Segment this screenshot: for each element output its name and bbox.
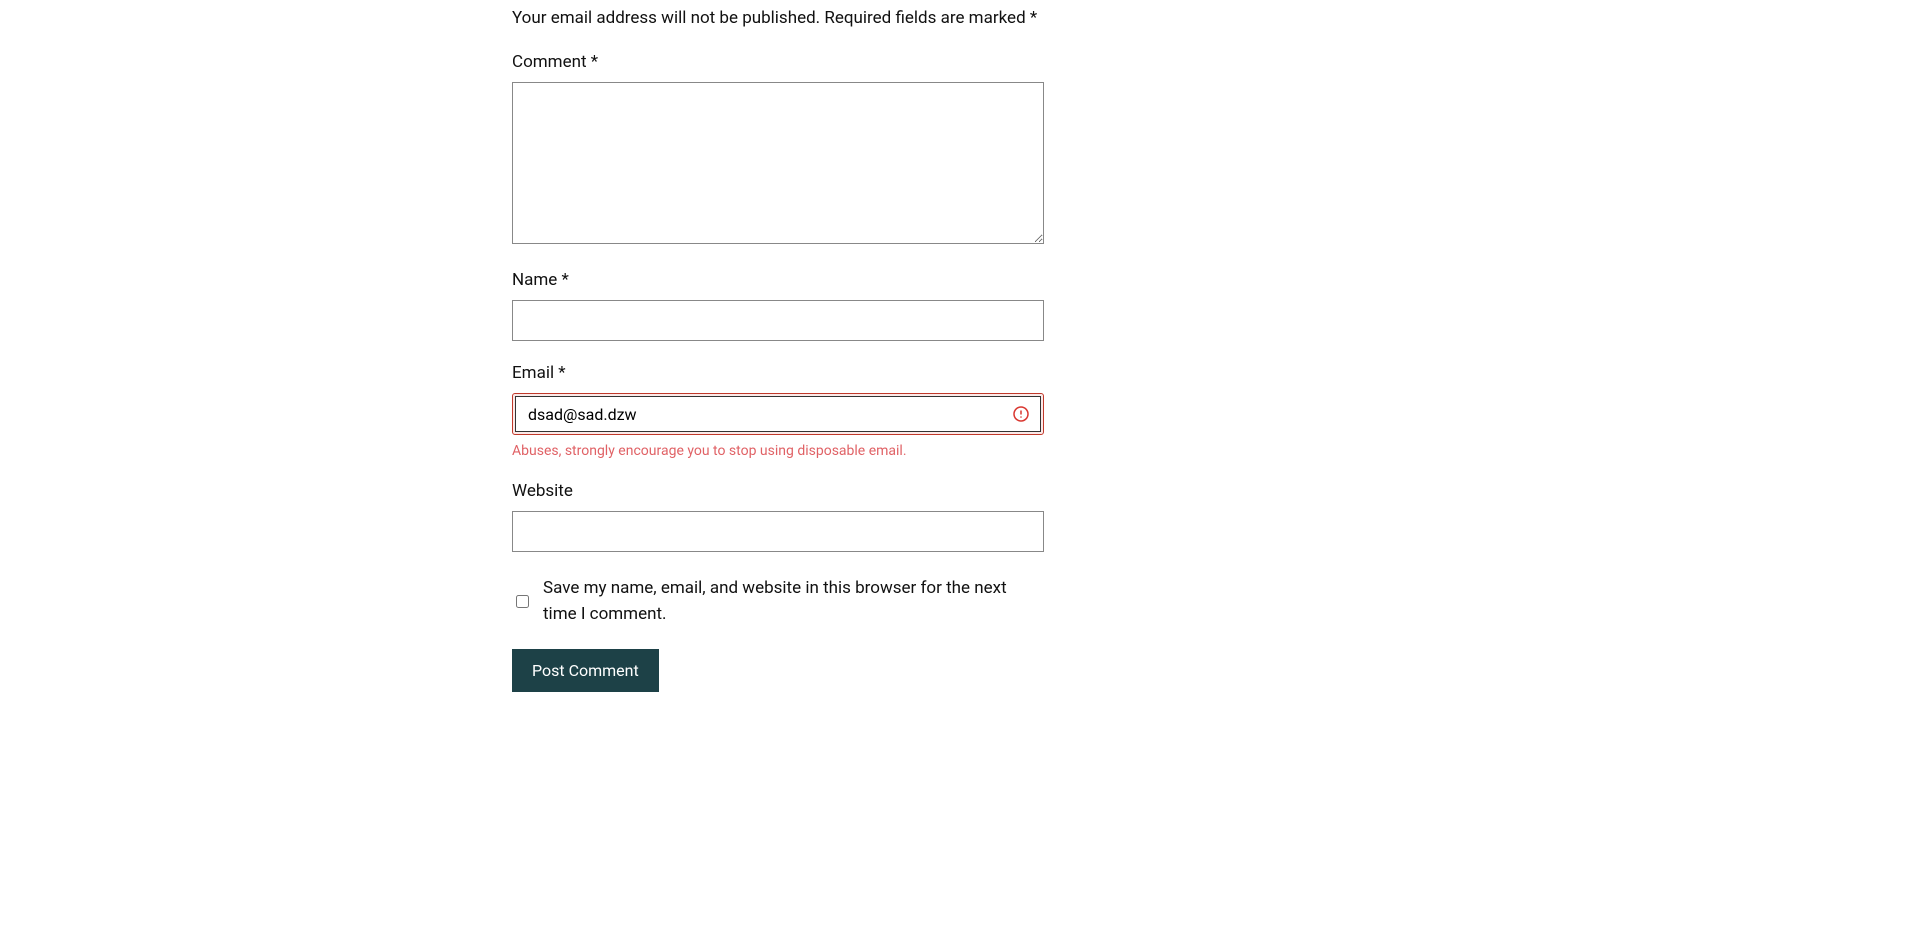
email-input-wrapper (512, 393, 1044, 435)
save-cookies-row: Save my name, email, and website in this… (512, 576, 1044, 627)
website-input[interactable] (512, 511, 1044, 552)
website-field-group: Website (512, 481, 1044, 552)
name-input[interactable] (512, 300, 1044, 341)
comment-textarea[interactable] (512, 82, 1044, 244)
comment-label: Comment * (512, 52, 1044, 72)
email-field-group: Email * Abuses, strongly encourage you t… (512, 363, 1044, 459)
comment-form: Your email address will not be published… (512, 0, 1044, 692)
email-input[interactable] (515, 396, 1041, 432)
post-comment-button[interactable]: Post Comment (512, 649, 659, 692)
form-notice: Your email address will not be published… (512, 8, 1044, 28)
email-error-message: Abuses, strongly encourage you to stop u… (512, 443, 1044, 459)
name-label: Name * (512, 270, 1044, 290)
comment-field-group: Comment * (512, 52, 1044, 248)
save-cookies-label: Save my name, email, and website in this… (543, 576, 1044, 627)
save-cookies-checkbox[interactable] (516, 595, 529, 608)
email-label: Email * (512, 363, 1044, 383)
name-field-group: Name * (512, 270, 1044, 341)
website-label: Website (512, 481, 1044, 501)
